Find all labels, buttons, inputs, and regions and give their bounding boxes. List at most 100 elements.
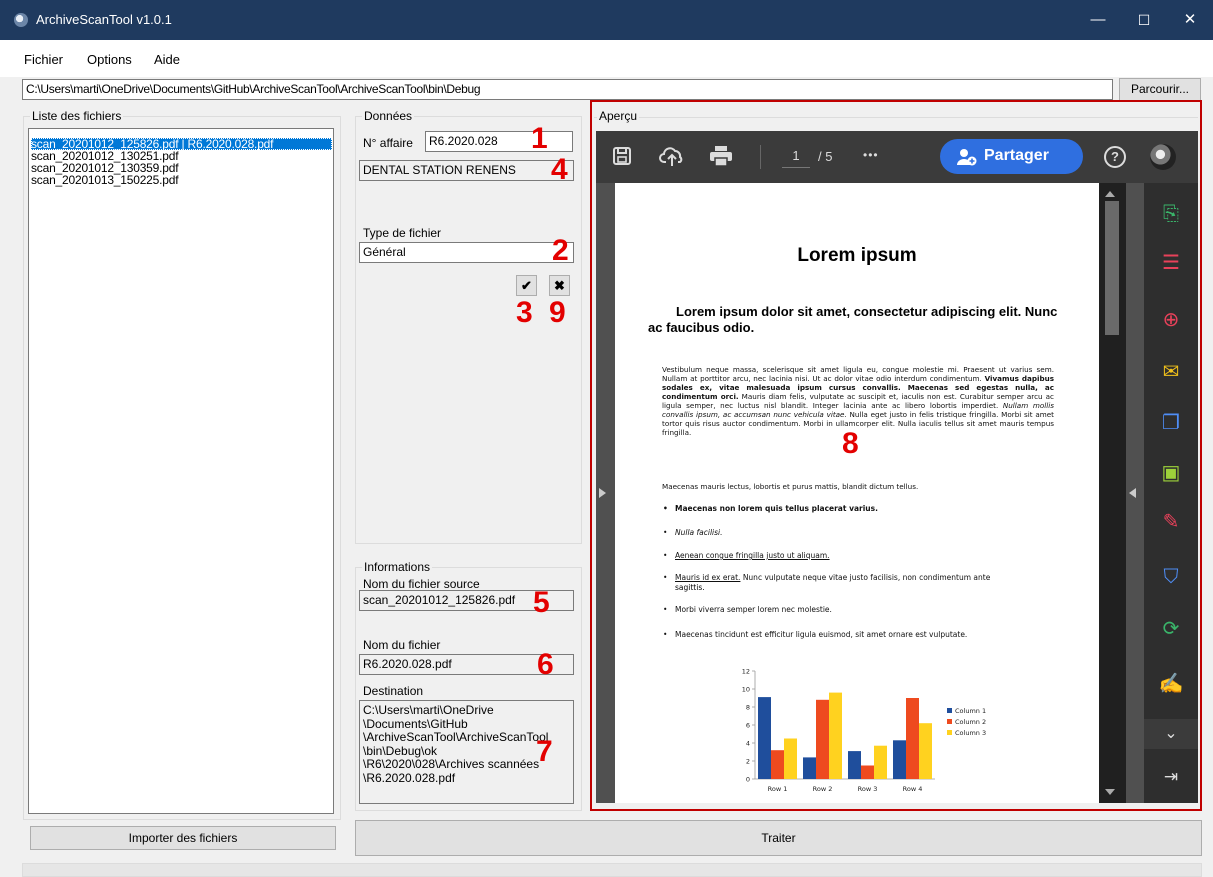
client-name-field: DENTAL STATION RENENS — [359, 160, 574, 181]
export-pdf-icon[interactable]: ⎘ — [1158, 201, 1184, 227]
bar — [874, 745, 887, 779]
bar — [803, 757, 816, 779]
print-icon[interactable] — [709, 145, 733, 167]
destination-line: C:\Users\marti\OneDrive — [363, 703, 494, 717]
organize-pages-icon[interactable]: ☰ — [1158, 250, 1184, 276]
signature-icon[interactable]: ✍ — [1158, 671, 1184, 697]
bar — [816, 699, 829, 779]
doc-bullet-4: Mauris id ex erat. Nunc vulputate neque … — [663, 573, 991, 582]
protect-icon[interactable]: ⛉ — [1158, 564, 1184, 590]
pdf-toolbar: 1 / 5 ••• Partager ? — [596, 131, 1198, 183]
share-label: Partager — [984, 147, 1049, 164]
collapse-right-icon[interactable] — [1129, 488, 1136, 498]
bar — [919, 723, 932, 779]
type-fichier-label: Type de fichier — [363, 226, 442, 240]
traiter-button[interactable]: Traiter — [355, 820, 1202, 856]
bar — [758, 697, 771, 779]
annotation-9: 9 — [549, 296, 566, 329]
destination-label: Destination — [363, 684, 424, 698]
cloud-upload-icon[interactable] — [659, 144, 685, 168]
collapse-panel-icon[interactable]: ⇥ — [1158, 764, 1184, 790]
page-number-input[interactable]: 1 — [782, 148, 810, 168]
menu-aide[interactable]: Aide — [154, 52, 180, 67]
bar — [784, 738, 797, 779]
legend-label: Column 2 — [955, 718, 986, 726]
bar — [861, 765, 874, 779]
more-icon[interactable]: ••• — [863, 148, 879, 162]
annotation-6: 6 — [537, 648, 554, 681]
preview-group-line — [594, 117, 1198, 118]
x-tick-label: Row 1 — [768, 785, 788, 793]
create-pdf-icon[interactable]: ⊕ — [1158, 307, 1184, 333]
maximize-button[interactable]: ☐ — [1121, 0, 1167, 40]
browse-button[interactable]: Parcourir... — [1119, 78, 1201, 101]
toolbar-divider — [760, 145, 761, 169]
legend-swatch — [947, 719, 952, 724]
annotation-2: 2 — [552, 234, 569, 267]
import-button[interactable]: Importer des fichiers — [30, 826, 336, 850]
status-bar — [22, 863, 1202, 877]
expand-left-icon[interactable] — [599, 488, 606, 498]
minimize-button[interactable]: — — [1075, 0, 1121, 40]
cancel-x-icon[interactable]: ✖ — [549, 275, 570, 296]
rail-scroll-down-icon[interactable]: ⌄ — [1144, 719, 1198, 749]
informations-group-label: Informations — [362, 560, 433, 574]
bar-chart: 0 2 4 6 8 10 12 Row 1 Row 2 Row 3 Row 4 Column 1 Col… — [742, 668, 986, 794]
doc-text: Nunc vulputate neque vitae justo facilis… — [740, 573, 991, 582]
annotation-8: 8 — [842, 427, 859, 460]
add-user-icon — [957, 149, 977, 166]
doc-bullet-link: Mauris id ex erat. — [675, 573, 741, 582]
annotation-3: 3 — [516, 296, 533, 329]
source-label: Nom du fichier source — [363, 577, 480, 591]
bar — [771, 750, 784, 779]
bar — [848, 751, 861, 779]
donnees-group-label: Données — [362, 109, 415, 123]
doc-bullet-4-cont: sagittis. — [675, 583, 705, 592]
combine-files-icon[interactable]: ❐ — [1158, 410, 1184, 436]
help-icon[interactable]: ? — [1104, 146, 1126, 168]
doc-bullet: Morbi viverra semper lorem nec molestie. — [663, 605, 832, 614]
doc-bullet: Nulla facilisi. — [663, 528, 722, 537]
save-icon[interactable] — [612, 146, 632, 166]
fill-sign-icon[interactable]: ✎ — [1158, 509, 1184, 535]
page-total: / 5 — [818, 149, 833, 164]
destination-line: \Documents\GitHub — [363, 716, 468, 731]
annotation-7: 7 — [536, 735, 553, 768]
share-button[interactable]: Partager — [940, 139, 1083, 174]
close-button[interactable]: ✕ — [1167, 0, 1213, 40]
menu-fichier[interactable]: Fichier — [24, 52, 63, 67]
convert-icon[interactable]: ⟳ — [1158, 616, 1184, 642]
legend-swatch — [947, 730, 952, 735]
annotation-5: 5 — [533, 586, 550, 619]
scroll-down-icon[interactable] — [1105, 789, 1115, 795]
confirm-check-icon[interactable]: ✔ — [516, 275, 537, 296]
scroll-up-icon[interactable] — [1105, 191, 1115, 197]
compress-pdf-icon[interactable]: ▣ — [1158, 460, 1184, 486]
annotation-1: 1 — [531, 122, 548, 155]
doc-bullet: Maecenas non lorem quis tellus placerat … — [663, 504, 878, 513]
comment-icon[interactable]: ✉ — [1158, 359, 1184, 385]
y-tick-label: 12 — [742, 668, 750, 676]
y-tick-label: 6 — [746, 722, 750, 730]
y-tick-label: 8 — [746, 704, 750, 712]
destination-line: \R6.2020.028.pdf — [363, 770, 456, 785]
affaire-input[interactable]: R6.2020.028 — [425, 131, 573, 152]
window-title: ArchiveScanTool v1.0.1 — [36, 12, 172, 27]
menu-options[interactable]: Options — [87, 52, 132, 67]
filename-label: Nom du fichier — [363, 638, 441, 652]
files-group-label: Liste des fichiers — [30, 109, 124, 123]
type-fichier-input[interactable]: Général — [359, 242, 574, 263]
path-input[interactable]: C:\Users\marti\OneDrive\Documents\GitHub… — [22, 79, 1113, 100]
x-tick-label: Row 2 — [813, 785, 833, 793]
x-tick-label: Row 3 — [858, 785, 878, 793]
file-list[interactable]: scan_20201012_125826.pdf | R6.2020.028.p… — [28, 128, 334, 814]
annotation-4: 4 — [551, 153, 568, 186]
pdf-scrollbar[interactable] — [1099, 183, 1126, 803]
legend-swatch — [947, 708, 952, 713]
file-list-item[interactable]: scan_20201013_150225.pdf — [31, 174, 179, 186]
doc-bullet: Maecenas tincidunt est efficitur ligula … — [663, 630, 967, 639]
bar — [893, 740, 906, 779]
scroll-thumb[interactable] — [1105, 201, 1119, 335]
avatar[interactable] — [1150, 144, 1176, 170]
y-tick-label: 0 — [746, 776, 750, 784]
